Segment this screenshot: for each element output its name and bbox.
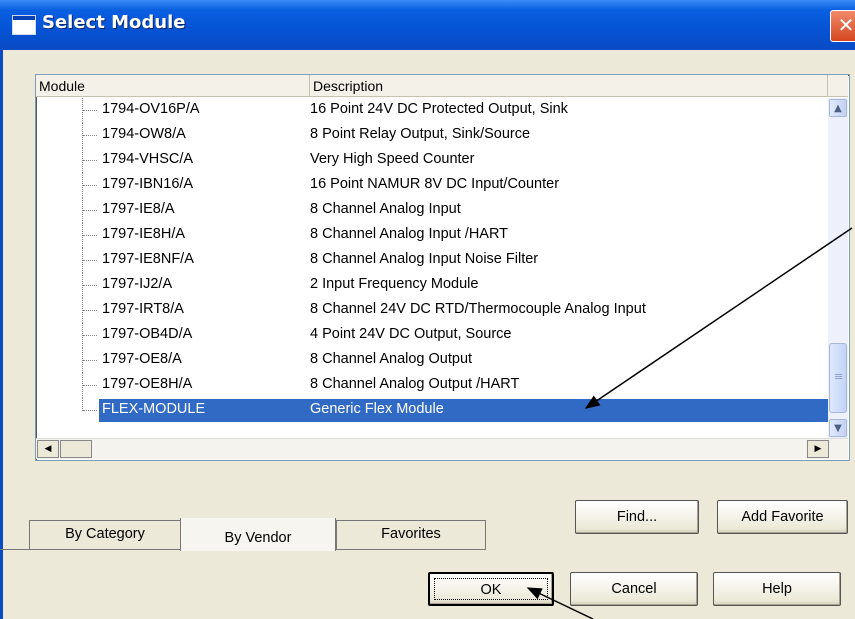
annotation-arrows bbox=[526, 227, 853, 619]
annotation-arrow-selected-row bbox=[584, 227, 853, 409]
annotation-arrow-ok-button bbox=[526, 587, 594, 619]
